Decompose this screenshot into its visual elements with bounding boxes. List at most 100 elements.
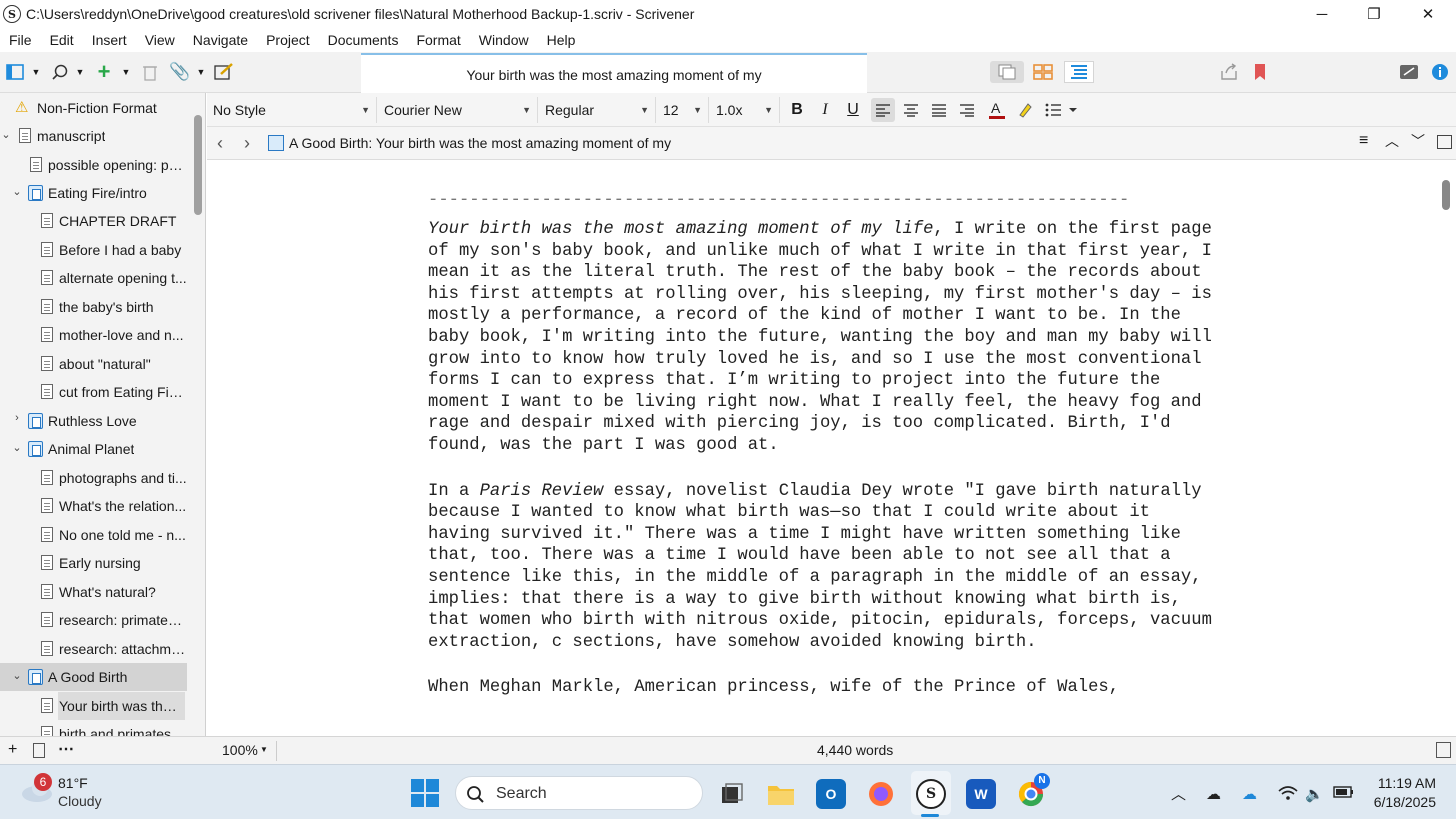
onedrive-icon[interactable]: ☁ bbox=[1242, 785, 1257, 803]
add-dropdown-icon[interactable]: ▼ bbox=[120, 61, 132, 83]
align-right-icon[interactable] bbox=[955, 98, 979, 122]
binder-item-manuscript[interactable]: ⌄ manuscript bbox=[0, 122, 190, 150]
next-doc-icon[interactable]: ﹀ bbox=[1411, 131, 1425, 151]
chevron-right-icon[interactable]: › bbox=[11, 412, 23, 424]
add-item-icon[interactable]: + bbox=[8, 741, 17, 759]
menu-file[interactable]: File bbox=[0, 32, 41, 48]
scrivener-taskbar-icon[interactable]: S bbox=[916, 779, 946, 809]
paragraph-3[interactable]: When Meghan Markle, American princess, w… bbox=[428, 677, 1218, 699]
binder-item-alternate-opening[interactable]: alternate opening t... bbox=[0, 264, 190, 292]
paragraph-1[interactable]: Your birth was the most amazing moment o… bbox=[428, 219, 1218, 457]
wifi-icon[interactable] bbox=[1278, 785, 1298, 805]
align-justify-icon[interactable] bbox=[927, 98, 951, 122]
menu-window[interactable]: Window bbox=[470, 32, 538, 48]
binder-item-ruthless-love[interactable]: › Ruthless Love bbox=[0, 407, 190, 435]
editor-scrollbar[interactable] bbox=[1442, 180, 1450, 210]
binder-item-non-fiction-format[interactable]: ⚠ Non-Fiction Format bbox=[0, 94, 190, 122]
menu-view[interactable]: View bbox=[136, 32, 184, 48]
binder-item-babys-birth[interactable]: the baby's birth bbox=[0, 293, 190, 321]
binder-item-eating-fire[interactable]: ⌄ Eating Fire/intro bbox=[0, 179, 190, 207]
binder-item-cut-from-eating-fire[interactable]: cut from Eating Fire... bbox=[0, 378, 190, 406]
task-view-icon[interactable] bbox=[717, 779, 747, 809]
binder-item-whats-natural[interactable]: What's natural? bbox=[0, 578, 190, 606]
forward-arrow-icon[interactable]: › bbox=[244, 133, 250, 154]
battery-icon[interactable] bbox=[1333, 785, 1355, 803]
windows-start-icon[interactable] bbox=[411, 779, 439, 812]
list-icon[interactable] bbox=[1043, 98, 1079, 122]
font-select[interactable]: Courier New ▼ bbox=[378, 97, 538, 123]
new-folder-icon[interactable] bbox=[33, 743, 45, 758]
menu-edit[interactable]: Edit bbox=[41, 32, 83, 48]
close-button[interactable]: ✕ bbox=[1403, 0, 1453, 28]
compose-icon[interactable] bbox=[214, 61, 234, 83]
chevron-down-icon[interactable]: ⌄ bbox=[11, 185, 23, 198]
menu-navigate[interactable]: Navigate bbox=[184, 32, 257, 48]
binder-item-mother-love[interactable]: mother-love and n... bbox=[0, 321, 190, 349]
binder-item-research-primates[interactable]: research: primates ... bbox=[0, 606, 190, 634]
chevron-down-icon[interactable]: ⌄ bbox=[0, 128, 12, 141]
font-size-select[interactable]: 12 ▼ bbox=[657, 97, 709, 123]
more-options-icon[interactable]: ⋯ bbox=[58, 739, 74, 759]
trash-icon[interactable] bbox=[140, 61, 160, 83]
binder-item-whats-the-relation[interactable]: What's the relation... bbox=[0, 492, 190, 520]
scrivenings-view-icon[interactable] bbox=[990, 61, 1024, 83]
volume-icon[interactable]: 🔈 bbox=[1305, 785, 1324, 803]
info-icon[interactable] bbox=[1429, 61, 1451, 83]
firefox-icon[interactable] bbox=[866, 779, 896, 809]
binder-dropdown-icon[interactable]: ▼ bbox=[30, 61, 42, 83]
binder-item-no-one-told-me[interactable]: No one told me - n... bbox=[0, 521, 190, 549]
bookmark-icon[interactable] bbox=[1252, 61, 1268, 83]
weather-widget[interactable]: 6 bbox=[20, 773, 54, 808]
onedrive-sync-icon[interactable]: ☁ bbox=[1206, 785, 1221, 803]
binder-item-your-birth[interactable]: Your birth was the ... bbox=[0, 692, 190, 720]
show-hidden-icons-icon[interactable]: ︿ bbox=[1171, 783, 1186, 804]
align-center-icon[interactable] bbox=[899, 98, 923, 122]
binder-toggle-icon[interactable] bbox=[6, 61, 24, 83]
binder-item-birth-and-primates[interactable]: birth and primates bbox=[0, 720, 190, 736]
file-explorer-icon[interactable] bbox=[766, 779, 796, 809]
menu-project[interactable]: Project bbox=[257, 32, 319, 48]
back-arrow-icon[interactable]: ‹ bbox=[217, 133, 223, 154]
binder-item-chapter-draft[interactable]: CHAPTER DRAFT bbox=[0, 207, 190, 235]
binder-item-research-attachment[interactable]: research: attachme... bbox=[0, 635, 190, 663]
style-select[interactable]: No Style ▼ bbox=[207, 97, 377, 123]
outlook-icon[interactable]: O bbox=[816, 779, 846, 809]
minimize-button[interactable]: ─ bbox=[1297, 0, 1347, 28]
corkboard-view-icon[interactable] bbox=[1030, 61, 1056, 83]
search-tool-icon[interactable] bbox=[50, 61, 70, 83]
line-spacing-select[interactable]: 1.0x ▼ bbox=[710, 97, 780, 123]
binder-item-animal-planet[interactable]: ⌄ Animal Planet bbox=[0, 435, 190, 463]
zoom-dropdown-icon[interactable]: ▼ bbox=[260, 745, 268, 754]
add-icon[interactable]: + bbox=[94, 59, 114, 84]
menu-documents[interactable]: Documents bbox=[319, 32, 408, 48]
header-path[interactable]: A Good Birth: Your birth was the most am… bbox=[289, 135, 671, 151]
document-text[interactable]: ----------------------------------------… bbox=[428, 197, 1218, 723]
paragraph-2[interactable]: In a Paris Review essay, novelist Claudi… bbox=[428, 481, 1218, 654]
attachment-dropdown-icon[interactable]: ▼ bbox=[195, 61, 207, 83]
previous-doc-icon[interactable]: ︿ bbox=[1385, 131, 1399, 151]
clock-time[interactable]: 11:19 AM bbox=[1376, 775, 1436, 791]
binder-item-photographs[interactable]: photographs and ti... bbox=[0, 464, 190, 492]
underline-button[interactable]: U bbox=[841, 98, 865, 122]
binder-item-about-natural[interactable]: about "natural" bbox=[0, 350, 190, 378]
highlight-icon[interactable] bbox=[1013, 98, 1037, 122]
share-icon[interactable] bbox=[1218, 61, 1240, 83]
target-icon[interactable] bbox=[1436, 742, 1451, 758]
menu-format[interactable]: Format bbox=[407, 32, 469, 48]
outline-view-icon[interactable] bbox=[1064, 61, 1094, 83]
item-list-icon[interactable]: ≡ bbox=[1359, 132, 1368, 150]
editor-pane[interactable]: ----------------------------------------… bbox=[207, 161, 1441, 736]
binder-item-a-good-birth[interactable]: ⌄ A Good Birth bbox=[0, 663, 187, 691]
binder-scrollbar[interactable] bbox=[194, 115, 202, 215]
binder-item-possible-opening[interactable]: possible opening: ph... bbox=[0, 151, 190, 179]
word-icon[interactable]: W bbox=[966, 779, 996, 809]
attachment-icon[interactable]: 📎 bbox=[169, 61, 190, 83]
split-editor-icon[interactable] bbox=[1437, 135, 1452, 149]
zoom-level[interactable]: 100% bbox=[222, 742, 258, 758]
menu-insert[interactable]: Insert bbox=[83, 32, 136, 48]
bold-button[interactable]: B bbox=[785, 98, 809, 122]
chevron-down-icon[interactable]: ⌄ bbox=[11, 669, 23, 682]
maximize-button[interactable]: ❐ bbox=[1349, 0, 1399, 28]
clock-date[interactable]: 6/18/2025 bbox=[1366, 794, 1436, 810]
composition-mode-icon[interactable] bbox=[1398, 61, 1420, 83]
